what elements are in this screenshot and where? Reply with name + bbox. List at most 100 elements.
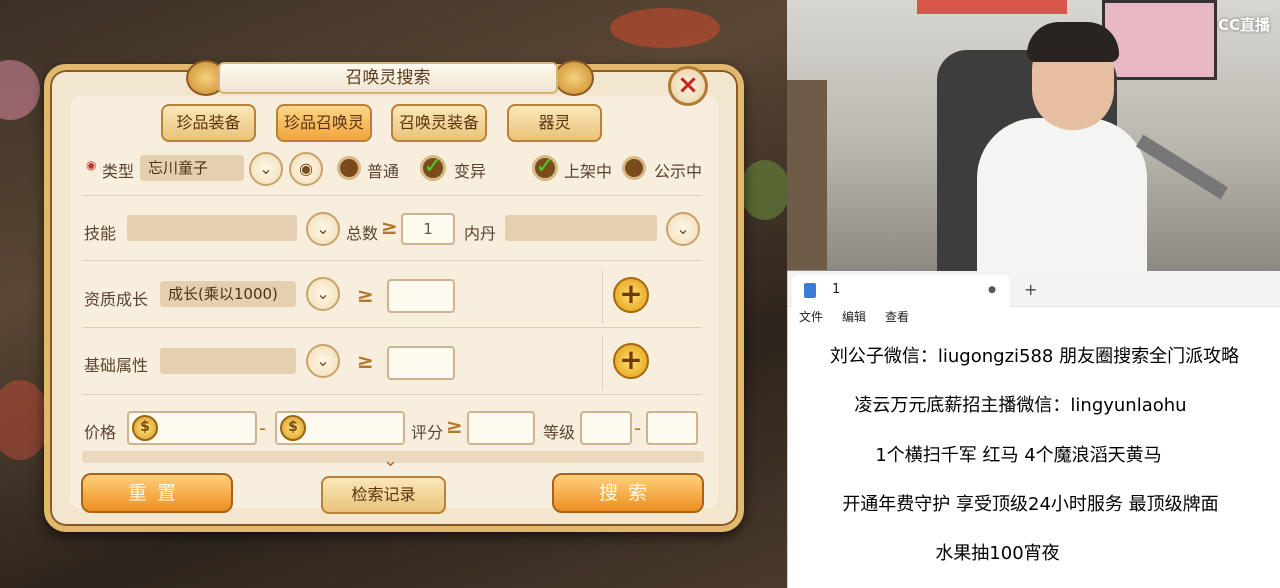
bg-decoration (0, 380, 50, 460)
wall-poster (917, 0, 1067, 14)
cc-live-logo: CC直播 (1217, 16, 1270, 34)
streamer-shirt (977, 118, 1147, 271)
tab-rare-summon[interactable]: 珍品召唤灵 (276, 104, 372, 142)
checkmark-icon: ✓ (423, 154, 443, 179)
chevron-down-icon: ⌄ (259, 159, 273, 178)
type-dropdown-button[interactable]: ⌄ (249, 152, 283, 186)
divider (82, 394, 702, 395)
eye-icon: ◉ (299, 159, 313, 178)
notepad-tab[interactable]: 1 ● (792, 275, 1010, 307)
add-aptitude-button[interactable]: + (613, 277, 649, 313)
neidan-label: 内丹 (464, 224, 497, 243)
plus-icon: + (619, 277, 643, 310)
listed-label: 上架中 (564, 162, 613, 181)
shelf (787, 80, 827, 270)
coin-icon: $ (132, 415, 158, 441)
aptitude-input[interactable] (387, 279, 455, 313)
unsaved-dot-icon[interactable]: ● (988, 275, 996, 305)
normal-radio[interactable] (337, 156, 361, 180)
dialog-title: 召唤灵搜索 (218, 62, 558, 94)
skill-label: 技能 (84, 224, 117, 243)
total-label: 总数 (346, 224, 379, 243)
webcam-feed: CC直播 (787, 0, 1280, 271)
notepad-line: 刘公子微信：liugongzi588 朋友圈搜索全门派攻略 (829, 346, 1240, 367)
expand-chevron-icon[interactable]: ⌄ (383, 450, 398, 471)
bg-decoration (740, 160, 790, 220)
add-base-attribute-button[interactable]: + (613, 343, 649, 379)
level-max-input[interactable] (646, 411, 698, 445)
listed-checkbox[interactable]: ✓ (532, 155, 558, 181)
base-attribute-label: 基础属性 (84, 356, 149, 375)
public-label: 公示中 (654, 162, 703, 181)
greater-equal-icon: ≥ (446, 414, 463, 438)
skill-dropdown-button[interactable]: ⌄ (306, 212, 340, 246)
greater-equal-icon: ≥ (357, 283, 374, 307)
menu-view[interactable]: 查看 (885, 308, 909, 325)
reset-button[interactable]: 重置 (81, 473, 233, 513)
type-label: 类型 (102, 162, 135, 181)
close-button[interactable]: × (668, 66, 708, 106)
chevron-down-icon: ⌄ (316, 351, 330, 370)
separator (602, 336, 603, 390)
tab-summon-equipment[interactable]: 召唤灵装备 (391, 104, 487, 142)
bg-decoration (610, 8, 720, 48)
streamer-hair (1027, 22, 1119, 62)
level-dash: - (634, 416, 642, 440)
search-history-button[interactable]: 检索记录 (321, 476, 446, 514)
notepad-line: 凌云万元底薪招主播微信：lingyunlaohu (854, 395, 1187, 416)
aptitude-dropdown-button[interactable]: ⌄ (306, 277, 340, 311)
neidan-select[interactable] (505, 215, 657, 241)
neidan-dropdown-button[interactable]: ⌄ (666, 212, 700, 246)
notepad-line: 水果抽100宵夜 (935, 543, 1060, 564)
type-radio-icon[interactable]: ◉ (86, 158, 96, 172)
price-label: 价格 (84, 423, 117, 442)
notepad-line: 1个横扫千军 红马 4个魔浪滔天黄马 (875, 445, 1162, 466)
chevron-down-icon: ⌄ (676, 219, 690, 238)
tab-rare-equipment[interactable]: 珍品装备 (161, 104, 256, 142)
separator (602, 270, 603, 324)
price-dash: - (259, 416, 267, 440)
aptitude-select[interactable]: 成长(乘以1000) (160, 281, 296, 307)
greater-equal-icon: ≥ (381, 215, 398, 239)
greater-equal-icon: ≥ (357, 349, 374, 373)
tab-title: 1 (832, 282, 841, 297)
level-label: 等级 (543, 423, 576, 442)
scroll-ornament-right (554, 60, 594, 96)
divider (82, 327, 702, 328)
search-button[interactable]: 搜索 (552, 473, 704, 513)
preview-button[interactable]: ◉ (289, 152, 323, 186)
public-radio[interactable] (622, 156, 646, 180)
notepad-line: 开通年费守护 享受顶级24小时服务 最顶级牌面 (842, 494, 1219, 515)
menu-edit[interactable]: 编辑 (842, 308, 866, 325)
aptitude-label: 资质成长 (84, 290, 149, 309)
score-input[interactable] (467, 411, 535, 445)
chevron-down-icon: ⌄ (316, 219, 330, 238)
notepad-file-icon (804, 283, 816, 298)
divider (82, 260, 702, 261)
menu-file[interactable]: 文件 (799, 308, 823, 325)
bg-decoration (0, 60, 40, 120)
notepad-window: 1 ● + 文件 编辑 查看 刘公子微信：liugongzi588 朋友圈搜索全… (787, 271, 1280, 588)
base-attribute-input[interactable] (387, 346, 455, 380)
total-input[interactable]: 1 (401, 213, 455, 245)
divider (82, 195, 702, 196)
level-min-input[interactable] (580, 411, 632, 445)
screen: 召唤灵搜索 × 珍品装备 珍品召唤灵 召唤灵装备 器灵 ◉ 类型 忘川童子 ⌄ … (0, 0, 1280, 588)
checkmark-icon: ✓ (535, 154, 555, 179)
wall-poster (1102, 0, 1217, 80)
base-attribute-select[interactable] (160, 348, 296, 374)
game-window: 召唤灵搜索 × 珍品装备 珍品召唤灵 召唤灵装备 器灵 ◉ 类型 忘川童子 ⌄ … (0, 0, 790, 588)
microphone (1135, 134, 1229, 200)
skill-select[interactable] (127, 215, 297, 241)
new-tab-button[interactable]: + (1024, 280, 1037, 299)
base-dropdown-button[interactable]: ⌄ (306, 344, 340, 378)
normal-label: 普通 (367, 162, 400, 181)
tab-qiling[interactable]: 器灵 (507, 104, 602, 142)
chevron-down-icon: ⌄ (316, 284, 330, 303)
mutant-label: 变异 (454, 162, 487, 181)
mutant-checkbox[interactable]: ✓ (420, 155, 446, 181)
coin-icon: $ (280, 415, 306, 441)
notepad-menu-bar: 文件 编辑 查看 (788, 307, 1280, 331)
plus-icon: + (619, 343, 643, 376)
type-select[interactable]: 忘川童子 (140, 155, 244, 181)
